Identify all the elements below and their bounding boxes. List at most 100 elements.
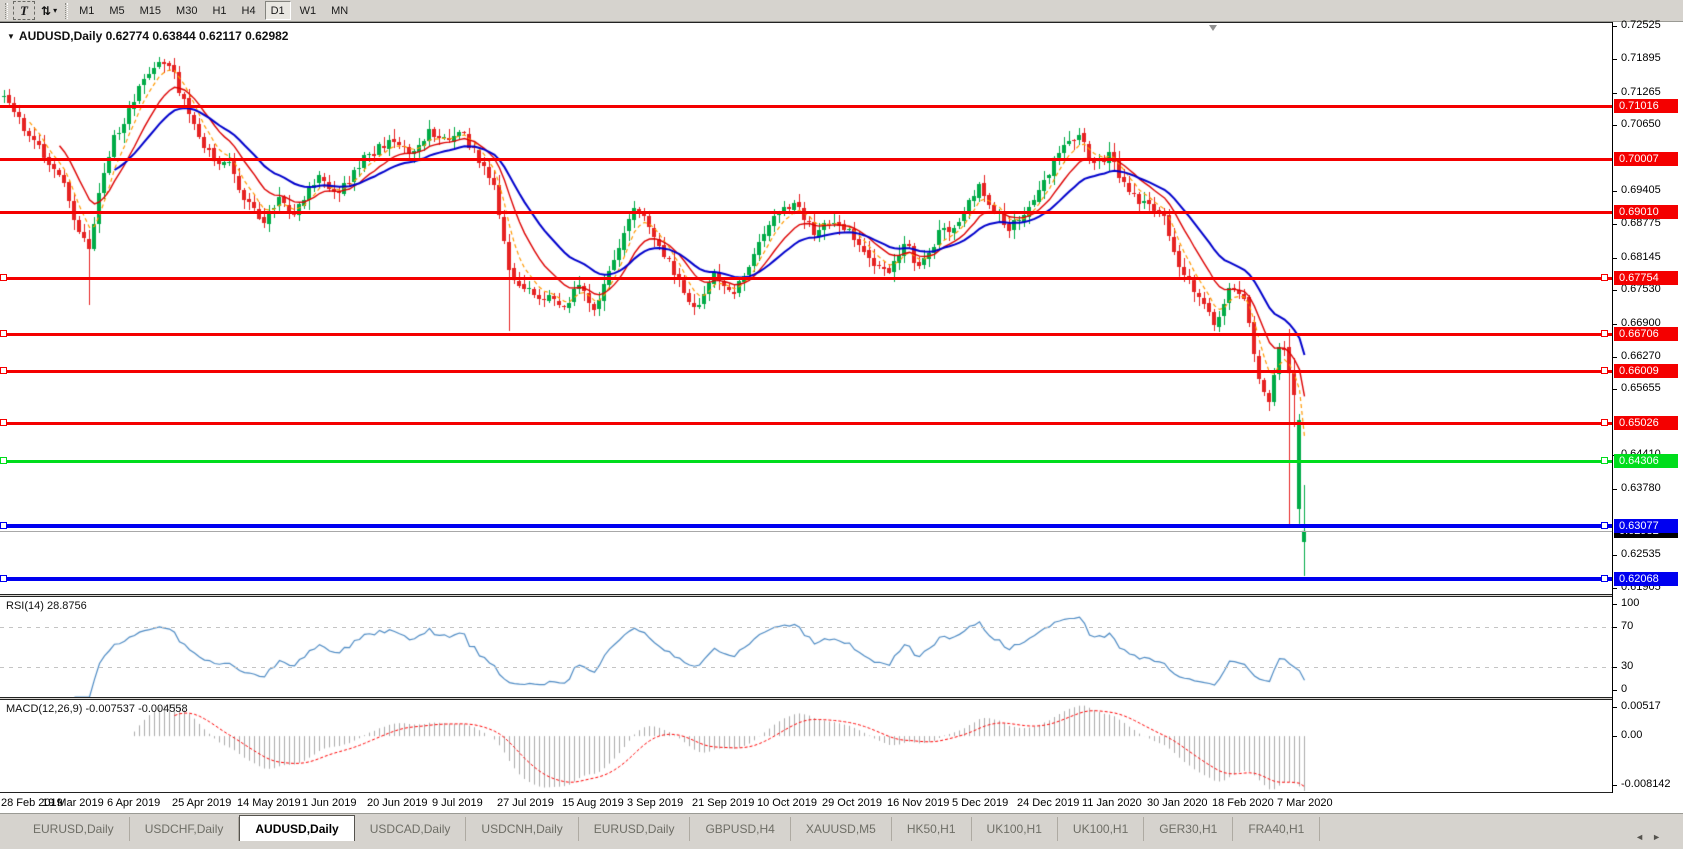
price-line-0.66009[interactable] — [0, 370, 1612, 373]
axis-tick-label: 0.71895 — [1621, 52, 1661, 64]
price-line-0.66706[interactable] — [0, 333, 1612, 336]
toolbar-grip[interactable] — [5, 3, 8, 19]
axis-tick-mark — [1613, 191, 1617, 192]
chart-tab-UK100-H1[interactable]: UK100,H1 — [1058, 817, 1144, 841]
chart-symbol-period: AUDUSD,Daily — [19, 29, 102, 43]
axis-tick-mark — [1613, 707, 1617, 708]
line-handle[interactable] — [0, 274, 7, 281]
date-label: 9 Jul 2019 — [432, 797, 483, 809]
macd-name: MACD(12,26,9) — [6, 703, 82, 715]
rsi-canvas[interactable] — [0, 597, 1612, 697]
chart-tab-FRA40-H1[interactable]: FRA40,H1 — [1233, 817, 1320, 841]
date-label: 5 Dec 2019 — [952, 797, 1008, 809]
date-label: 11 Jan 2020 — [1082, 797, 1142, 809]
price-line-label-0.62068: 0.62068 — [1614, 572, 1678, 586]
line-handle[interactable] — [0, 367, 7, 374]
macd-canvas[interactable] — [0, 700, 1612, 792]
axis-tick-mark — [1613, 555, 1617, 556]
rsi-level-30 — [0, 667, 1612, 668]
line-handle[interactable] — [1601, 419, 1608, 426]
price-line-0.62068[interactable] — [0, 577, 1612, 581]
axis-tick-mark — [1613, 357, 1617, 358]
axis-tick-mark — [1613, 93, 1617, 94]
axis-tick-mark — [1613, 258, 1617, 259]
timeframe-button-H4[interactable]: H4 — [236, 1, 262, 20]
line-handle[interactable] — [1601, 457, 1608, 464]
rsi-value: 28.8756 — [47, 600, 87, 612]
chart-tab-USDCAD-Daily[interactable]: USDCAD,Daily — [355, 817, 467, 841]
line-handle[interactable] — [0, 419, 7, 426]
price-line-label-0.70007: 0.70007 — [1614, 152, 1678, 166]
chart-shift-marker[interactable] — [1209, 25, 1217, 31]
price-line-0.64306[interactable] — [0, 460, 1612, 463]
price-line-0.65026[interactable] — [0, 422, 1612, 425]
date-label: 3 Sep 2019 — [627, 797, 683, 809]
price-line-0.71016[interactable] — [0, 105, 1612, 108]
chart-tab-GBPUSD-H4[interactable]: GBPUSD,H4 — [690, 817, 790, 841]
price-axis[interactable]: 0.725250.718950.712650.706500.694050.687… — [1612, 22, 1683, 793]
date-label: 25 Apr 2019 — [172, 797, 231, 809]
macd-label: MACD(12,26,9) -0.007537 -0.004558 — [6, 703, 188, 715]
line-handle[interactable] — [1601, 330, 1608, 337]
chart-tab-HK50-H1[interactable]: HK50,H1 — [892, 817, 972, 841]
axis-tick-mark — [1613, 290, 1617, 291]
date-label: 29 Oct 2019 — [822, 797, 882, 809]
line-handle[interactable] — [1601, 522, 1608, 529]
chart-tab-EURUSD-Daily[interactable]: EURUSD,Daily — [579, 817, 691, 841]
chart-tab-USDCHF-Daily[interactable]: USDCHF,Daily — [130, 817, 240, 841]
axis-tick-label: 30 — [1621, 660, 1633, 672]
price-line-0.69010[interactable] — [0, 211, 1612, 214]
main-chart-canvas[interactable] — [0, 23, 1612, 594]
chevron-down-icon: ▾ — [53, 6, 57, 15]
date-label: 7 Mar 2020 — [1277, 797, 1333, 809]
line-handle[interactable] — [0, 575, 7, 582]
chart-tab-GER30-H1[interactable]: GER30,H1 — [1144, 817, 1233, 841]
text-tool-button[interactable]: T — [13, 1, 35, 20]
date-label: 19 Mar 2019 — [42, 797, 104, 809]
chart-tab-XAUUSD-M5[interactable]: XAUUSD,M5 — [791, 817, 892, 841]
axis-tick-label: 0.63780 — [1621, 482, 1661, 494]
axis-tick-label: 0.62535 — [1621, 548, 1661, 560]
axis-tick-label: 0.72525 — [1621, 19, 1661, 31]
line-handle[interactable] — [0, 522, 7, 529]
price-line-0.67754[interactable] — [0, 277, 1612, 280]
timeframe-button-M30[interactable]: M30 — [170, 1, 203, 20]
price-line-label-0.66706: 0.66706 — [1614, 327, 1678, 341]
chart-tab-USDCNH-Daily[interactable]: USDCNH,Daily — [466, 817, 578, 841]
time-axis[interactable]: 28 Feb 201919 Mar 20196 Apr 201925 Apr 2… — [0, 793, 1683, 814]
axis-tick-label: -0.008142 — [1621, 778, 1671, 790]
timeframe-button-D1[interactable]: D1 — [265, 1, 291, 20]
chart-tab-UK100-H1[interactable]: UK100,H1 — [972, 817, 1058, 841]
chart-tabs-bar: EURUSD,DailyUSDCHF,DailyAUDUSD,DailyUSDC… — [0, 814, 1683, 841]
rsi-level-70 — [0, 627, 1612, 628]
arrange-windows-button[interactable]: ⇅ ▾ — [35, 1, 63, 20]
date-label: 21 Sep 2019 — [692, 797, 754, 809]
timeframe-button-M1[interactable]: M1 — [73, 1, 100, 20]
chart-tab-AUDUSD-Daily[interactable]: AUDUSD,Daily — [239, 815, 354, 841]
timeframe-button-M15[interactable]: M15 — [134, 1, 167, 20]
timeframe-button-W1[interactable]: W1 — [294, 1, 323, 20]
axis-tick-label: 0.65655 — [1621, 382, 1661, 394]
axis-tick-mark — [1613, 59, 1617, 60]
axis-tick-label: 0.00517 — [1621, 700, 1661, 712]
line-handle[interactable] — [1601, 367, 1608, 374]
line-handle[interactable] — [1601, 274, 1608, 281]
timeframe-button-MN[interactable]: MN — [325, 1, 354, 20]
price-line-0.70007[interactable] — [0, 158, 1612, 161]
timeframe-toolbar: M1M5M15M30H1H4D1W1MN — [73, 1, 354, 20]
timeframe-button-H1[interactable]: H1 — [206, 1, 232, 20]
price-line-label-0.63077: 0.63077 — [1614, 519, 1678, 533]
line-handle[interactable] — [0, 330, 7, 337]
axis-tick-label: 0.69405 — [1621, 184, 1661, 196]
axis-tick-label: 0.68145 — [1621, 251, 1661, 263]
price-line-label-0.64306: 0.64306 — [1614, 454, 1678, 468]
timeframe-button-M5[interactable]: M5 — [103, 1, 130, 20]
price-line-0.63077[interactable] — [0, 524, 1612, 528]
axis-tick-mark — [1613, 489, 1617, 490]
toolbar-grip[interactable] — [65, 3, 68, 19]
chart-tab-EURUSD-Daily[interactable]: EURUSD,Daily — [18, 817, 130, 841]
axis-tick-mark — [1613, 26, 1617, 27]
line-handle[interactable] — [0, 457, 7, 464]
bid-price-line — [0, 531, 1612, 532]
line-handle[interactable] — [1601, 575, 1608, 582]
